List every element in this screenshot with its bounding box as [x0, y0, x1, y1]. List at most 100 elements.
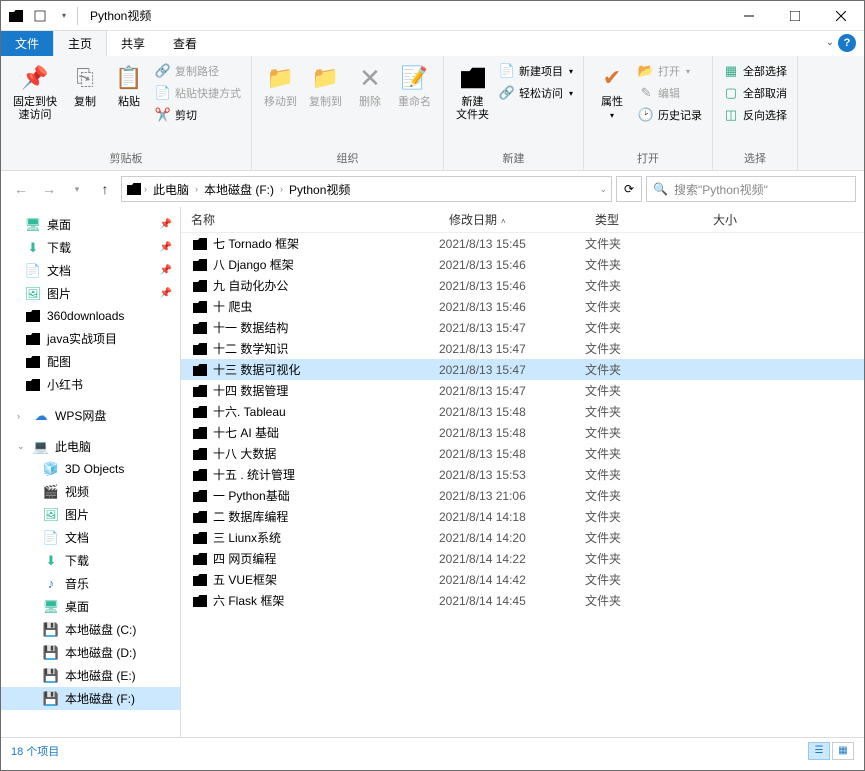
chevron-right-icon[interactable]: ›	[280, 184, 283, 194]
crumb-folder[interactable]: Python视频	[285, 181, 354, 198]
col-name[interactable]: 名称	[181, 211, 439, 228]
copy-button[interactable]: ⎘复制	[63, 60, 107, 111]
nav-drive-d[interactable]: 💾本地磁盘 (D:)	[1, 641, 180, 664]
crumb-this-pc[interactable]: 此电脑	[149, 181, 193, 198]
file-row[interactable]: 七 Tornado 框架2021/8/13 15:45文件夹	[181, 233, 864, 254]
properties-button[interactable]: ✔属性▾	[590, 60, 634, 122]
file-row[interactable]: 十八 大数据2021/8/13 15:48文件夹	[181, 443, 864, 464]
history-button[interactable]: 🕑历史记录	[634, 104, 706, 126]
nav-downloads[interactable]: ⬇下载📌	[1, 236, 180, 259]
file-name: 十七 AI 基础	[209, 424, 439, 441]
nav-xiaohongshu[interactable]: 小红书	[1, 373, 180, 396]
rename-button[interactable]: 📝重命名	[392, 60, 437, 111]
nav-downloads2[interactable]: ⬇下载	[1, 549, 180, 572]
refresh-button[interactable]: ⟳	[616, 176, 642, 202]
open-button[interactable]: 📂打开▾	[634, 60, 706, 82]
maximize-button[interactable]	[772, 1, 818, 31]
nav-pictures[interactable]: 🖼图片📌	[1, 282, 180, 305]
nav-java[interactable]: java实战项目	[1, 327, 180, 350]
crumb-drive[interactable]: 本地磁盘 (F:)	[200, 181, 278, 198]
file-row[interactable]: 十四 数据管理2021/8/13 15:47文件夹	[181, 380, 864, 401]
nav-drive-e[interactable]: 💾本地磁盘 (E:)	[1, 664, 180, 687]
up-button[interactable]: ↑	[93, 177, 117, 201]
file-list[interactable]: 七 Tornado 框架2021/8/13 15:45文件夹八 Django 框…	[181, 233, 864, 737]
file-row[interactable]: 三 Liunx系统2021/8/14 14:20文件夹	[181, 527, 864, 548]
qat-item[interactable]	[29, 5, 51, 27]
nav-drive-c[interactable]: 💾本地磁盘 (C:)	[1, 618, 180, 641]
forward-button[interactable]: →	[37, 177, 61, 201]
tab-home[interactable]: 主页	[53, 30, 107, 56]
chevron-right-icon[interactable]: ›	[144, 184, 147, 194]
file-row[interactable]: 六 Flask 框架2021/8/14 14:45文件夹	[181, 590, 864, 611]
edit-button[interactable]: ✎编辑	[634, 82, 706, 104]
back-button[interactable]: ←	[9, 177, 33, 201]
nav-desktop[interactable]: 🖥桌面📌	[1, 213, 180, 236]
file-row[interactable]: 四 网页编程2021/8/14 14:22文件夹	[181, 548, 864, 569]
invert-selection-button[interactable]: ◫反向选择	[719, 104, 791, 126]
tab-share[interactable]: 共享	[107, 31, 159, 56]
file-row[interactable]: 十三 数据可视化2021/8/13 15:47文件夹	[181, 359, 864, 380]
nav-documents2[interactable]: 📄文档	[1, 526, 180, 549]
nav-drive-f[interactable]: 💾本地磁盘 (F:)	[1, 687, 180, 710]
details-view-button[interactable]: ☰	[808, 742, 830, 760]
nav-wps[interactable]: ›☁WPS网盘	[1, 404, 180, 427]
recent-dropdown[interactable]: ▾	[65, 177, 89, 201]
file-date: 2021/8/14 14:20	[439, 531, 585, 545]
nav-desktop2[interactable]: 🖥桌面	[1, 595, 180, 618]
nav-music[interactable]: ♪音乐	[1, 572, 180, 595]
col-type[interactable]: 类型	[585, 211, 703, 228]
tab-file[interactable]: 文件	[1, 31, 53, 56]
file-name: 三 Liunx系统	[209, 529, 439, 546]
file-row[interactable]: 十六. Tableau2021/8/13 15:48文件夹	[181, 401, 864, 422]
file-name: 二 数据库编程	[209, 508, 439, 525]
file-name: 四 网页编程	[209, 550, 439, 567]
new-folder-button[interactable]: 新建 文件夹	[450, 60, 495, 124]
select-all-button[interactable]: ▦全部选择	[719, 60, 791, 82]
nav-peitu[interactable]: 配图	[1, 350, 180, 373]
new-item-button[interactable]: 📄新建项目▾	[495, 60, 577, 82]
copy-to-button[interactable]: 📁复制到	[303, 60, 348, 111]
paste-button[interactable]: 📋粘贴	[107, 60, 151, 111]
breadcrumb[interactable]: › 此电脑 › 本地磁盘 (F:) › Python视频 ⌄	[121, 176, 612, 202]
select-none-button[interactable]: ▢全部取消	[719, 82, 791, 104]
file-row[interactable]: 十一 数据结构2021/8/13 15:47文件夹	[181, 317, 864, 338]
icons-view-button[interactable]: ▦	[832, 742, 854, 760]
search-icon: 🔍	[653, 182, 668, 196]
navigation-pane[interactable]: 🖥桌面📌 ⬇下载📌 📄文档📌 🖼图片📌 360downloads java实战项…	[1, 207, 181, 737]
nav-pictures2[interactable]: 🖼图片	[1, 503, 180, 526]
tab-view[interactable]: 查看	[159, 31, 211, 56]
file-row[interactable]: 一 Python基础2021/8/13 21:06文件夹	[181, 485, 864, 506]
nav-360downloads[interactable]: 360downloads	[1, 305, 180, 327]
folder-icon	[191, 530, 209, 546]
easy-access-button[interactable]: 🔗轻松访问▾	[495, 82, 577, 104]
move-to-button[interactable]: 📁移动到	[258, 60, 303, 111]
file-row[interactable]: 十二 数学知识2021/8/13 15:47文件夹	[181, 338, 864, 359]
help-icon[interactable]: ?	[838, 34, 856, 52]
chevron-down-icon[interactable]: ⌄	[599, 184, 607, 195]
file-row[interactable]: 十七 AI 基础2021/8/13 15:48文件夹	[181, 422, 864, 443]
col-size[interactable]: 大小	[703, 211, 783, 228]
sort-indicator-icon: ˄	[501, 217, 506, 226]
nav-3d-objects[interactable]: 🧊3D Objects	[1, 458, 180, 480]
cut-button[interactable]: ✂️剪切	[151, 104, 245, 126]
ribbon-expand-icon[interactable]: ⌄	[826, 37, 834, 48]
file-row[interactable]: 九 自动化办公2021/8/13 15:46文件夹	[181, 275, 864, 296]
pin-to-quick-access-button[interactable]: 📌固定到快 速访问	[7, 60, 63, 124]
nav-documents[interactable]: 📄文档📌	[1, 259, 180, 282]
file-row[interactable]: 十五 . 统计管理2021/8/13 15:53文件夹	[181, 464, 864, 485]
minimize-button[interactable]	[726, 1, 772, 31]
copy-path-button[interactable]: 🔗复制路径	[151, 60, 245, 82]
delete-button[interactable]: ✕删除	[348, 60, 392, 111]
close-button[interactable]	[818, 1, 864, 31]
chevron-right-icon[interactable]: ›	[195, 184, 198, 194]
file-row[interactable]: 八 Django 框架2021/8/13 15:46文件夹	[181, 254, 864, 275]
search-input[interactable]: 🔍 搜索"Python视频"	[646, 176, 856, 202]
paste-shortcut-button[interactable]: 📄粘贴快捷方式	[151, 82, 245, 104]
qat-dropdown[interactable]: ▾	[53, 5, 75, 27]
col-date[interactable]: 修改日期˄	[439, 211, 585, 228]
file-row[interactable]: 五 VUE框架2021/8/14 14:42文件夹	[181, 569, 864, 590]
nav-this-pc[interactable]: ⌄💻此电脑	[1, 435, 180, 458]
nav-videos[interactable]: 🎬视频	[1, 480, 180, 503]
file-row[interactable]: 二 数据库编程2021/8/14 14:18文件夹	[181, 506, 864, 527]
file-row[interactable]: 十 爬虫2021/8/13 15:46文件夹	[181, 296, 864, 317]
